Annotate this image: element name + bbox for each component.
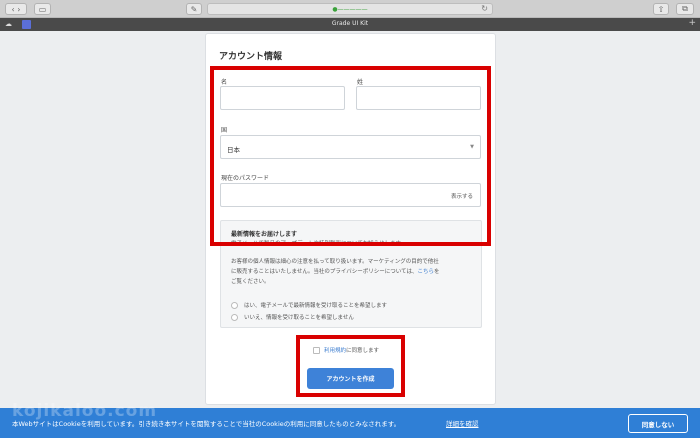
radio-option-yes[interactable]: はい、電子メールで最新情報を受け取ることを希望します (231, 301, 387, 309)
radio-option-no[interactable]: いいえ、情報を受け取ることを希望しません (231, 313, 354, 321)
privacy-text: に販売することはいたしません。当社のプライバシーポリシーについては、 (231, 269, 418, 275)
privacy-line-1: お客様の個人情報は細心の注意を払って取り扱います。マーケティングの目的で他社 (231, 259, 439, 265)
privacy-link[interactable]: こちら (417, 269, 434, 275)
privacy-suffix: を (433, 269, 440, 275)
tab-bar: ☁ Grade UI Kit + (0, 18, 700, 31)
share-icon[interactable]: ⇧ (653, 3, 669, 15)
reload-icon[interactable]: ↻ (481, 4, 488, 13)
privacy-line-3: ご覧ください。 (231, 279, 270, 285)
browser-toolbar: ‹ › ▭ ✎ ●————— ↻ ⇧ ⧉ (0, 0, 700, 18)
address-bar[interactable]: ●————— ↻ (207, 3, 493, 15)
wrench-icon[interactable]: ✎ (186, 3, 202, 15)
back-forward-buttons[interactable]: ‹ › (5, 3, 27, 15)
page-title: アカウント情報 (219, 52, 283, 62)
tab-title[interactable]: Grade UI Kit (0, 20, 700, 27)
address-text: ●————— (332, 5, 368, 13)
page: アカウント情報 名 姓 国 日本 ▼ 現在のパスワード 表示する 最新情報をお届… (0, 31, 700, 438)
privacy-line-2: に販売することはいたしません。当社のプライバシーポリシーについては、こちらを (231, 267, 476, 277)
tabs-icon[interactable]: ⧉ (676, 3, 694, 15)
highlight-box-form (210, 66, 491, 246)
radio-button[interactable] (231, 301, 238, 309)
decline-cookie-button[interactable]: 同意しない (628, 414, 688, 433)
radio-button[interactable] (231, 313, 238, 321)
new-tab-icon[interactable]: + (688, 18, 696, 28)
radio-label-yes: はい、電子メールで最新情報を受け取ることを希望します (244, 303, 388, 309)
highlight-box-submit (296, 335, 405, 397)
sidebar-icon[interactable]: ▭ (34, 3, 51, 15)
radio-label-no: いいえ、情報を受け取ることを希望しません (244, 315, 354, 321)
cookie-details-link[interactable]: 詳細を確認 (446, 418, 479, 428)
watermark: kojikaloo.com (12, 401, 158, 421)
